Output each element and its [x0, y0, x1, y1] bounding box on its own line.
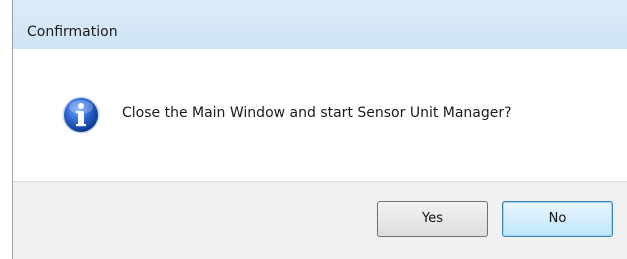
yes-button[interactable]: Yes — [377, 201, 488, 237]
dialog-title: Confirmation — [27, 24, 118, 40]
confirmation-dialog: Confirmation Close the Main Window and s… — [12, 0, 627, 259]
dialog-message: Close the Main Window and start Sensor U… — [122, 105, 512, 121]
button-bar: Yes No — [13, 181, 627, 259]
no-button[interactable]: No — [502, 201, 613, 237]
info-icon — [61, 95, 101, 135]
title-bar[interactable]: Confirmation — [13, 0, 627, 49]
dialog-content: Close the Main Window and start Sensor U… — [13, 49, 627, 181]
